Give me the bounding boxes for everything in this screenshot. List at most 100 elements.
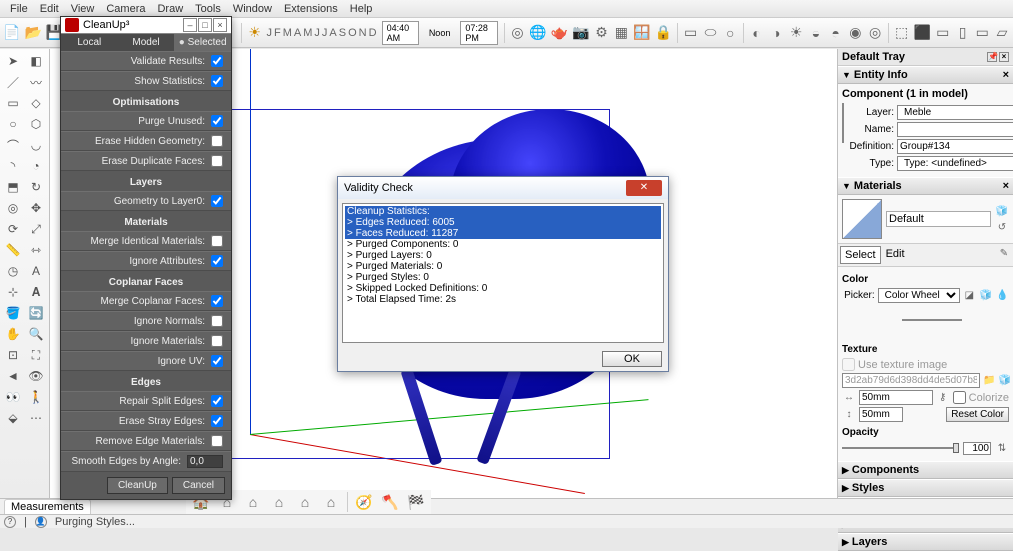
- layer-select[interactable]: Meble: [897, 105, 1013, 120]
- walk-icon[interactable]: 🚶: [25, 387, 47, 407]
- validity-body[interactable]: Cleanup Statistics: > Edges Reduced: 600…: [342, 203, 664, 343]
- tray-pin-icon[interactable]: 📌: [987, 52, 997, 62]
- stats-check[interactable]: [211, 75, 223, 87]
- gear-icon[interactable]: ⚙: [593, 21, 611, 45]
- link-icon[interactable]: ⚷: [936, 391, 950, 405]
- follow-icon[interactable]: ↻: [25, 177, 47, 197]
- validate-check[interactable]: [211, 55, 223, 67]
- compass-icon[interactable]: 🧭: [352, 490, 376, 514]
- measurements-tab[interactable]: Measurements: [4, 499, 91, 514]
- stats-line[interactable]: > Purged Styles: 0: [345, 272, 661, 283]
- window-icon[interactable]: 🪟: [632, 21, 651, 45]
- house6-icon[interactable]: ⌂: [319, 490, 343, 514]
- panel-close-icon[interactable]: ×: [1003, 69, 1009, 81]
- polygon-icon[interactable]: ⬡: [25, 114, 47, 134]
- scale-icon[interactable]: ⤢: [25, 219, 47, 239]
- look-icon[interactable]: 👀: [2, 387, 24, 407]
- stats-line[interactable]: > Faces Reduced: 11287: [345, 228, 661, 239]
- browse-icon[interactable]: 📁: [983, 374, 995, 388]
- view-back-icon[interactable]: ▭: [973, 21, 991, 45]
- picker-select[interactable]: Color Wheel: [878, 288, 960, 303]
- 3dtext-icon[interactable]: 𝐀: [25, 282, 47, 302]
- menu-file[interactable]: File: [4, 2, 34, 16]
- ignore-uv-check[interactable]: [211, 355, 223, 367]
- create-material-icon[interactable]: 🧊: [995, 204, 1009, 218]
- erase-hidden-check[interactable]: [211, 135, 223, 147]
- rotate-icon[interactable]: ⟳: [2, 219, 24, 239]
- protractor-icon[interactable]: ◷: [2, 261, 24, 281]
- cube-color-icon[interactable]: 🧊: [979, 289, 992, 303]
- lock-icon[interactable]: 🔒: [654, 21, 673, 45]
- house3-icon[interactable]: ⌂: [241, 490, 265, 514]
- merge-mat-check[interactable]: [211, 235, 223, 247]
- eraser-icon[interactable]: ◧: [25, 51, 47, 71]
- menu-extensions[interactable]: Extensions: [278, 2, 344, 16]
- style6-icon[interactable]: ◉: [847, 21, 865, 45]
- stats-line[interactable]: > Edges Reduced: 6005: [345, 217, 661, 228]
- stats-line[interactable]: > Purged Materials: 0: [345, 261, 661, 272]
- layer0-check[interactable]: [211, 195, 223, 207]
- ignore-normals-check[interactable]: [211, 315, 223, 327]
- move-icon[interactable]: ✥: [25, 198, 47, 218]
- cylinder-icon[interactable]: ⬭: [702, 21, 720, 45]
- panel-materials[interactable]: ▼Materials×: [838, 177, 1013, 195]
- pushpull-icon[interactable]: ⬒: [2, 177, 24, 197]
- offset-icon[interactable]: ◎: [2, 198, 24, 218]
- remove-edge-mat-check[interactable]: [211, 435, 223, 447]
- menu-camera[interactable]: Camera: [100, 2, 151, 16]
- stats-line[interactable]: > Purged Components: 0: [345, 239, 661, 250]
- panel-close-icon[interactable]: ×: [1003, 180, 1009, 192]
- open-icon[interactable]: 📂: [23, 21, 42, 45]
- stats-line[interactable]: > Total Elapsed Time: 2s: [345, 294, 661, 305]
- edit-material-icon[interactable]: ✎: [997, 246, 1011, 260]
- pie-icon[interactable]: ◔: [25, 156, 47, 176]
- view-persp-icon[interactable]: ▱: [993, 21, 1011, 45]
- select-icon[interactable]: ➤: [2, 51, 24, 71]
- style3-icon[interactable]: ☀: [787, 21, 805, 45]
- time-end[interactable]: 07:28 PM: [460, 21, 498, 45]
- swap-color-icon[interactable]: ◪: [963, 289, 976, 303]
- scope-local[interactable]: Local: [61, 34, 118, 51]
- tex-width[interactable]: [859, 390, 933, 405]
- paint-icon[interactable]: 🪣: [2, 303, 24, 323]
- cancel-button[interactable]: Cancel: [172, 477, 225, 494]
- erase-stray-check[interactable]: [211, 415, 223, 427]
- zoomwin-icon[interactable]: ⊡: [2, 345, 24, 365]
- rect-icon[interactable]: ▭: [2, 93, 24, 113]
- tex-height[interactable]: [859, 407, 903, 422]
- menu-view[interactable]: View: [65, 2, 101, 16]
- axes-icon[interactable]: ⊹: [2, 282, 24, 302]
- opacity-step-icon[interactable]: ⇅: [995, 441, 1009, 455]
- zoom-icon[interactable]: 🔍: [25, 324, 47, 344]
- eyedropper-icon[interactable]: 💧: [996, 289, 1009, 303]
- menu-help[interactable]: Help: [344, 2, 379, 16]
- panel-styles[interactable]: ▶Styles: [838, 479, 1013, 497]
- definition-field[interactable]: [897, 139, 1013, 154]
- ok-button[interactable]: OK: [602, 351, 662, 367]
- house5-icon[interactable]: ⌂: [293, 490, 317, 514]
- flag-icon[interactable]: 🏁: [404, 490, 428, 514]
- axe-icon[interactable]: 🪓: [378, 490, 402, 514]
- pan-icon[interactable]: ✋: [2, 324, 24, 344]
- arc-icon[interactable]: ⌒: [2, 135, 24, 155]
- stats-header[interactable]: Cleanup Statistics:: [345, 206, 661, 217]
- minimize-icon[interactable]: –: [183, 18, 197, 32]
- line-icon[interactable]: ／: [2, 72, 24, 92]
- color-slider[interactable]: [902, 319, 962, 321]
- person-icon[interactable]: 👤: [35, 516, 47, 528]
- menu-tools[interactable]: Tools: [189, 2, 227, 16]
- view-front-icon[interactable]: ▭: [934, 21, 952, 45]
- section-icon[interactable]: ⬙: [2, 408, 24, 428]
- ignore-attr-check[interactable]: [211, 255, 223, 267]
- dim-icon[interactable]: ⇿: [25, 240, 47, 260]
- style1-icon[interactable]: ◐: [748, 21, 766, 45]
- scope-tabs[interactable]: Local Model Selected: [61, 34, 231, 51]
- prev-icon[interactable]: ◄: [2, 366, 24, 386]
- default-material-icon[interactable]: ↺: [995, 220, 1009, 234]
- colorize-check[interactable]: [953, 391, 966, 404]
- circle-tool-icon[interactable]: ◎: [509, 21, 527, 45]
- opacity-slider[interactable]: [842, 447, 959, 449]
- arc2-icon[interactable]: ◡: [25, 135, 47, 155]
- freehand-icon[interactable]: 〰: [25, 72, 47, 92]
- maximize-icon[interactable]: □: [198, 18, 212, 32]
